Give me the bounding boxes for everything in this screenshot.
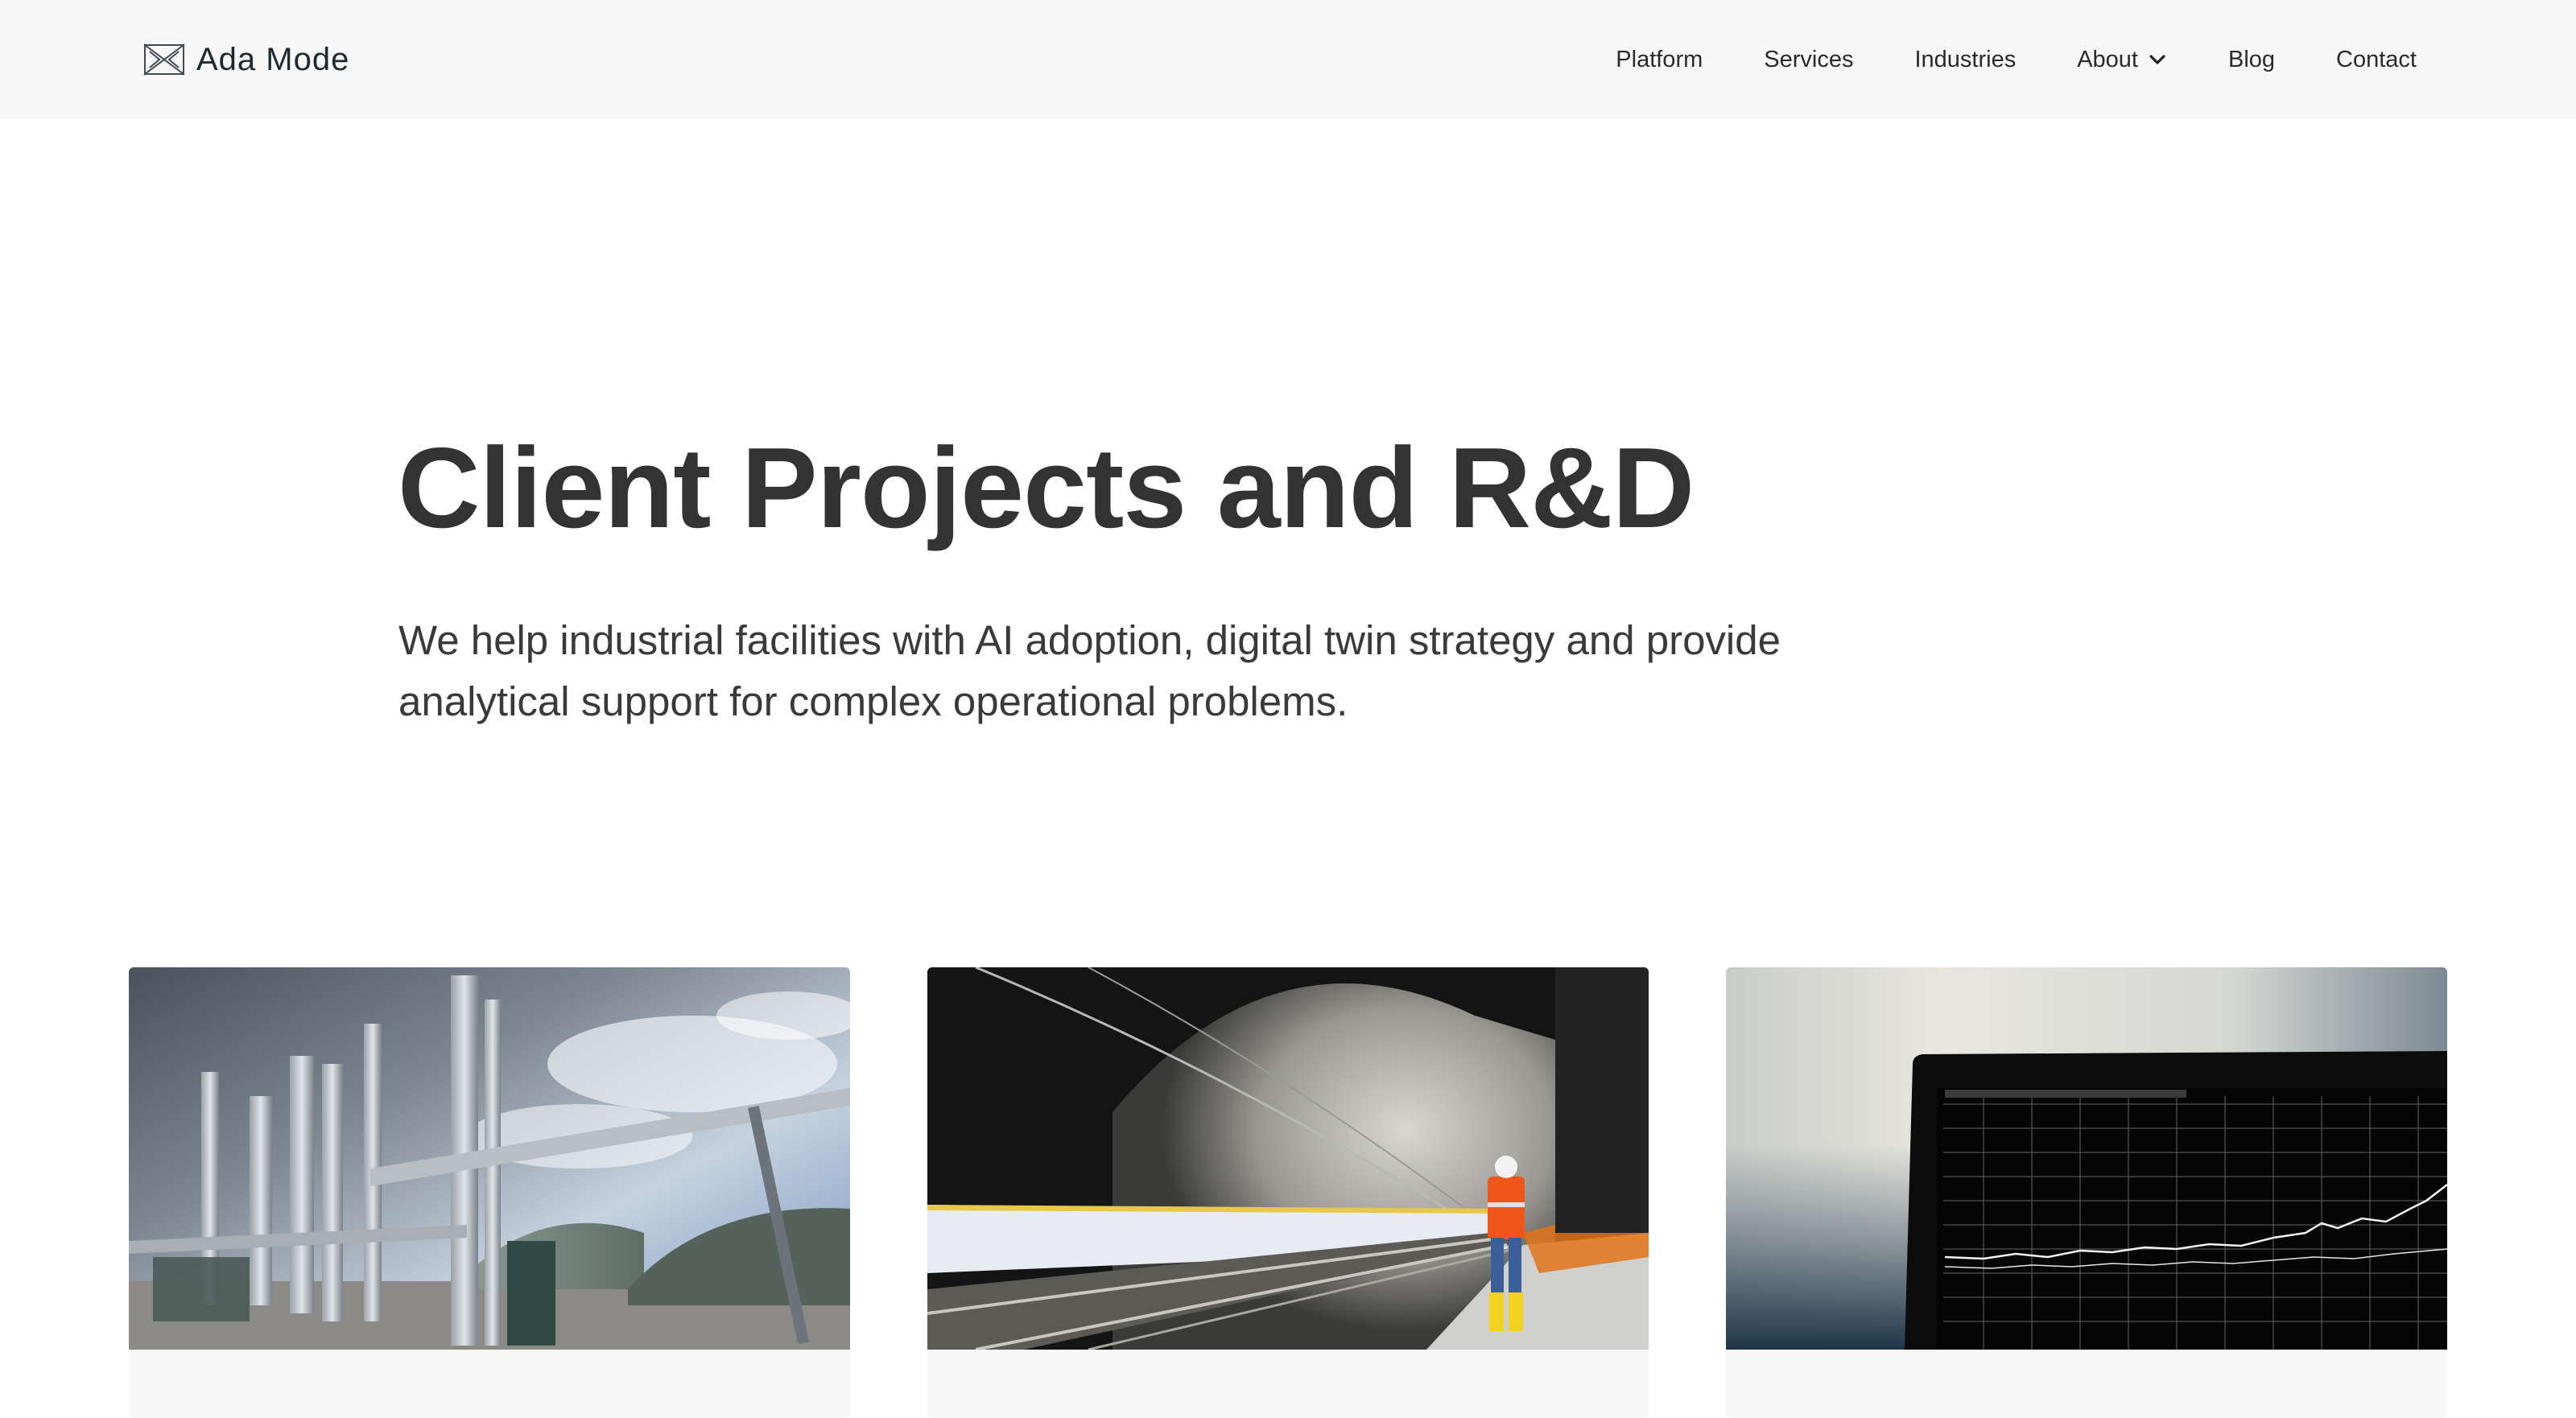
nav-about[interactable]: About xyxy=(2077,47,2167,73)
brand-name: Ada Mode xyxy=(196,41,350,77)
card-footer xyxy=(129,1350,850,1418)
project-card-3[interactable] xyxy=(1726,967,2447,1418)
main-nav: Platform Services Industries About Blog … xyxy=(1616,42,2417,77)
site-header: Ada Mode Platform Services Industries Ab… xyxy=(0,0,2576,119)
bowtie-logo-icon xyxy=(144,43,184,76)
project-card-2[interactable] xyxy=(927,967,1649,1418)
card-footer xyxy=(927,1350,1649,1418)
page-subtitle: We help industrial facilities with AI ad… xyxy=(398,617,1781,724)
nav-platform[interactable]: Platform xyxy=(1616,47,1703,73)
nav-blog[interactable]: Blog xyxy=(2228,47,2275,73)
nav-contact[interactable]: Contact xyxy=(2336,47,2417,73)
industrial-plant-pipes-photo xyxy=(129,967,850,1350)
chevron-down-icon xyxy=(2149,55,2165,64)
tunnel-railway-worker-photo xyxy=(927,967,1649,1350)
nav-services[interactable]: Services xyxy=(1764,47,1853,73)
laptop-stock-chart-photo xyxy=(1726,967,2447,1350)
nav-about-label: About xyxy=(2077,46,2138,72)
nav-industries[interactable]: Industries xyxy=(1914,47,2016,73)
card-footer xyxy=(1726,1350,2447,1418)
project-card-1[interactable] xyxy=(129,967,850,1418)
brand-logo[interactable]: Ada Mode xyxy=(143,40,349,79)
page-title: Client Projects and R&D xyxy=(398,424,1695,552)
